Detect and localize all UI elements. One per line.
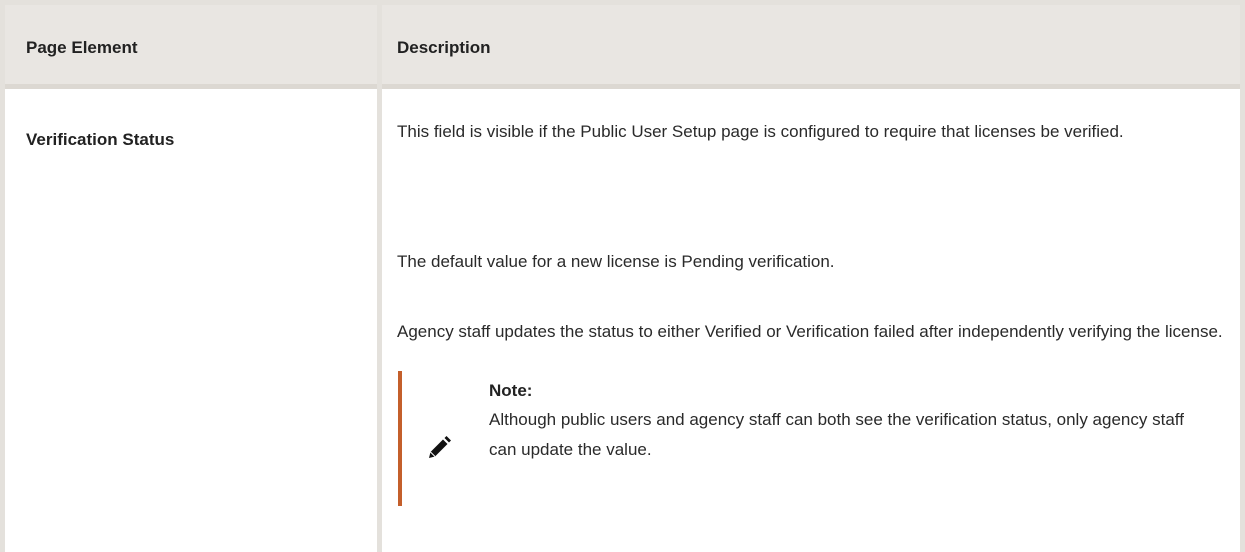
header-description: Description <box>397 38 491 57</box>
table-column-divider <box>377 0 382 552</box>
description-paragraph: Agency staff updates the status to eithe… <box>397 322 1223 341</box>
page-element-table: Page Element Description Verification St… <box>0 0 1245 552</box>
header-row-divider <box>0 84 1245 89</box>
table-right-border <box>1240 0 1245 552</box>
description-paragraph: This field is visible if the Public User… <box>397 122 1124 141</box>
note-callout: Note: Although public users and agency s… <box>398 371 1198 506</box>
note-accent-bar <box>398 371 402 506</box>
header-page-element: Page Element <box>26 38 138 57</box>
row-element-name: Verification Status <box>26 130 175 149</box>
description-paragraph: The default value for a new license is P… <box>397 252 835 271</box>
table-left-border <box>0 0 5 552</box>
table-header-row: Page Element Description <box>0 0 1245 84</box>
note-text: Although public users and agency staff c… <box>489 410 1184 459</box>
pencil-icon <box>426 435 452 461</box>
note-title: Note: <box>489 381 533 400</box>
